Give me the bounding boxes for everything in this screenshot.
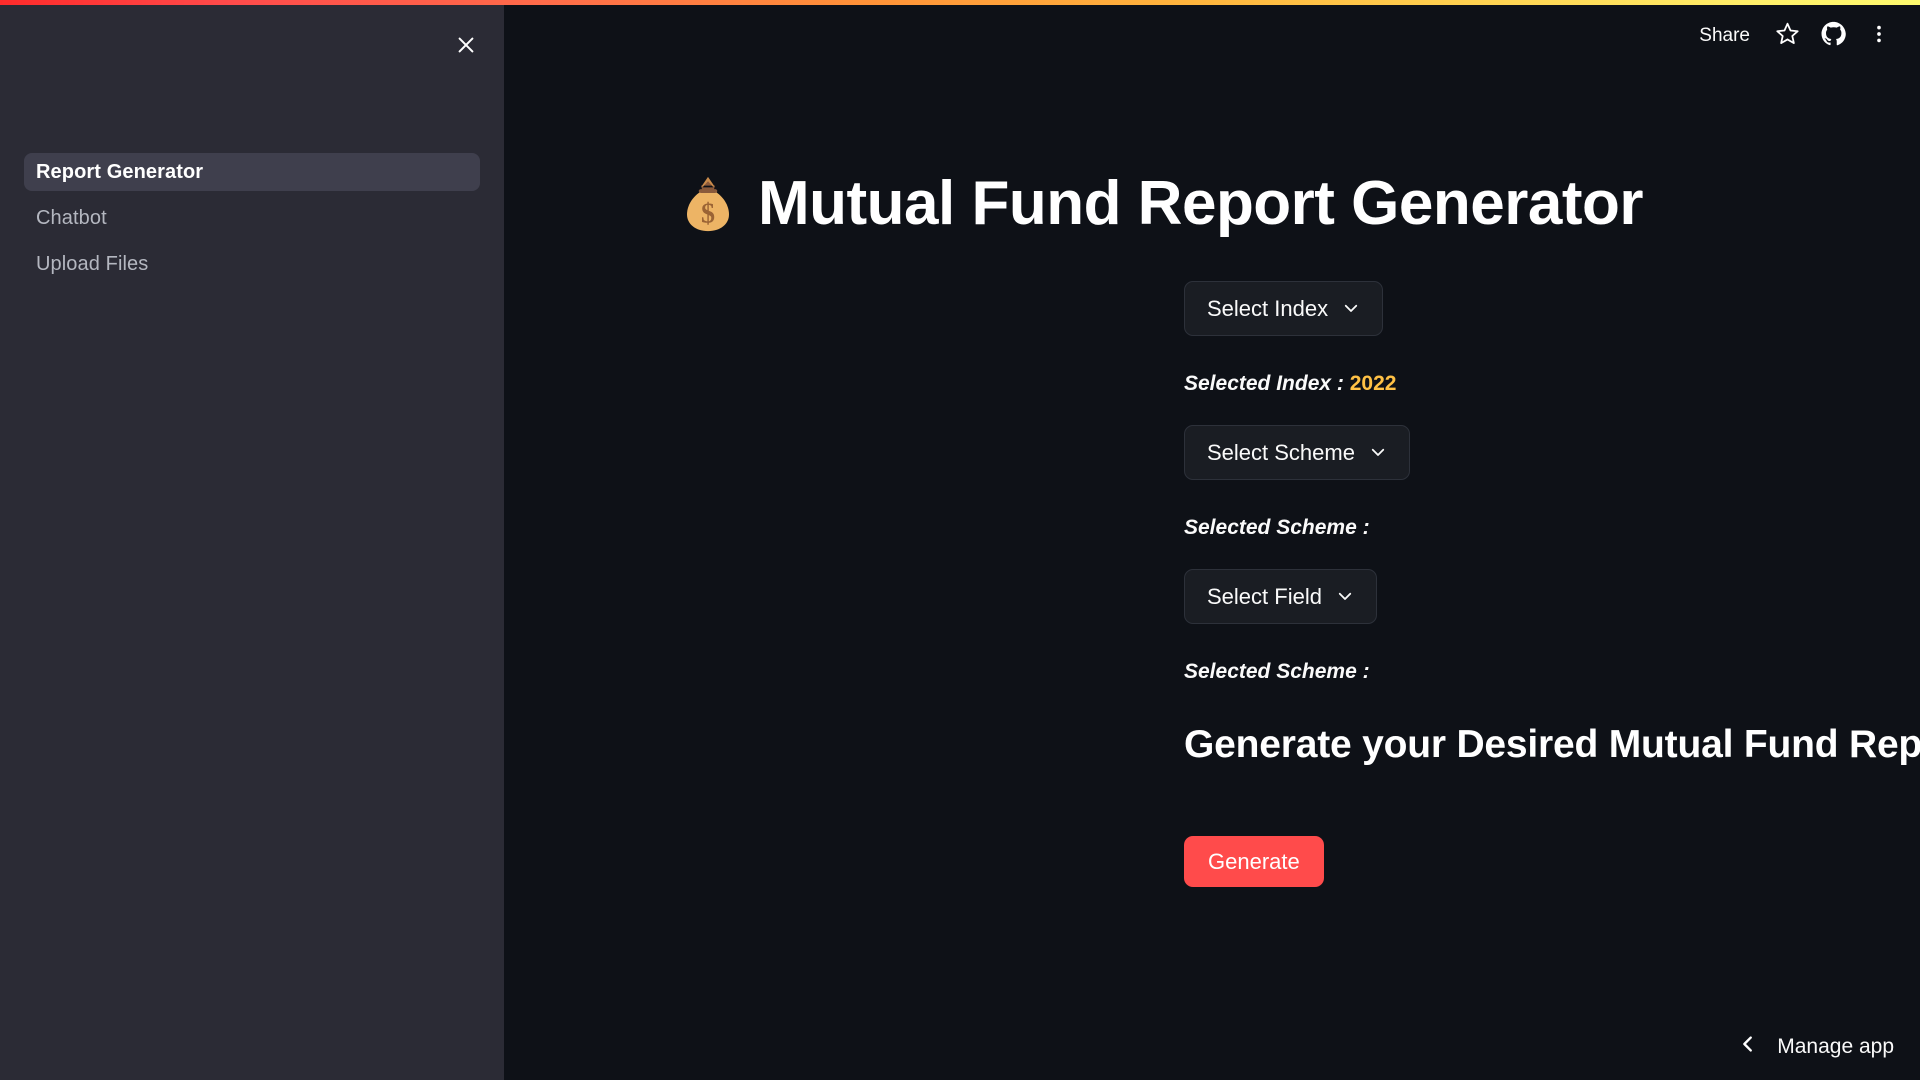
decoration-gradient-bar: [0, 0, 1920, 5]
share-button[interactable]: Share: [1685, 19, 1764, 53]
selected-scheme-label: Selected Scheme :: [1184, 516, 1370, 539]
select-scheme-dropdown[interactable]: Select Scheme: [1184, 425, 1410, 480]
github-button[interactable]: [1810, 13, 1856, 59]
sidebar-item-label: Chatbot: [36, 206, 107, 229]
select-field-label: Select Field: [1207, 583, 1322, 609]
selected-index-label: Selected Index :: [1184, 372, 1344, 395]
main-content: $ Mutual Fund Report Generator Select In…: [504, 5, 1920, 1080]
page-title-text: Mutual Fund Report Generator: [758, 169, 1644, 238]
sidebar-item-label: Report Generator: [36, 160, 204, 183]
manage-app-label: Manage app: [1777, 1034, 1894, 1058]
sidebar-item-upload-files[interactable]: Upload Files: [24, 245, 480, 283]
select-field-dropdown[interactable]: Select Field: [1184, 569, 1377, 624]
chevron-down-icon: [1342, 297, 1360, 323]
sidebar-close-button[interactable]: [448, 27, 484, 63]
manage-app-button[interactable]: Manage app: [1737, 1033, 1894, 1060]
app-toolbar: Share: [1685, 5, 1920, 67]
favorite-button[interactable]: [1764, 13, 1810, 59]
select-scheme-label: Select Scheme: [1207, 439, 1355, 465]
share-button-label: Share: [1699, 25, 1750, 46]
svg-text:$: $: [701, 198, 715, 229]
sidebar-item-chatbot[interactable]: Chatbot: [24, 199, 480, 237]
select-index-label: Select Index: [1207, 295, 1329, 321]
close-icon: [455, 34, 477, 56]
chevron-down-icon: [1336, 585, 1354, 611]
section-heading: Generate your Desired Mutual Fund Report: [1184, 723, 1920, 766]
sidebar: Report Generator Chatbot Upload Files: [0, 5, 504, 1080]
sidebar-item-label: Upload Files: [36, 252, 149, 275]
more-vertical-icon: [1868, 23, 1890, 50]
select-index-dropdown[interactable]: Select Index: [1184, 281, 1384, 336]
chevron-down-icon: [1369, 441, 1387, 467]
selected-field-label: Selected Scheme :: [1184, 660, 1370, 683]
sidebar-item-report-generator[interactable]: Report Generator: [24, 153, 480, 191]
generate-button[interactable]: Generate: [1184, 836, 1324, 887]
sidebar-nav: Report Generator Chatbot Upload Files: [24, 153, 480, 283]
money-bag-emoji: $: [680, 173, 736, 235]
chevron-left-icon: [1737, 1033, 1759, 1060]
page-title: $ Mutual Fund Report Generator: [680, 169, 1644, 238]
selected-field-line: Selected Scheme :: [1184, 660, 1370, 684]
github-icon: [1821, 21, 1846, 51]
main-menu-button[interactable]: [1856, 13, 1902, 59]
selected-index-value: 2022: [1349, 372, 1397, 395]
selected-index-line: Selected Index : 2022: [1184, 372, 1396, 396]
selected-scheme-line: Selected Scheme :: [1184, 516, 1370, 540]
star-icon: [1775, 21, 1800, 51]
